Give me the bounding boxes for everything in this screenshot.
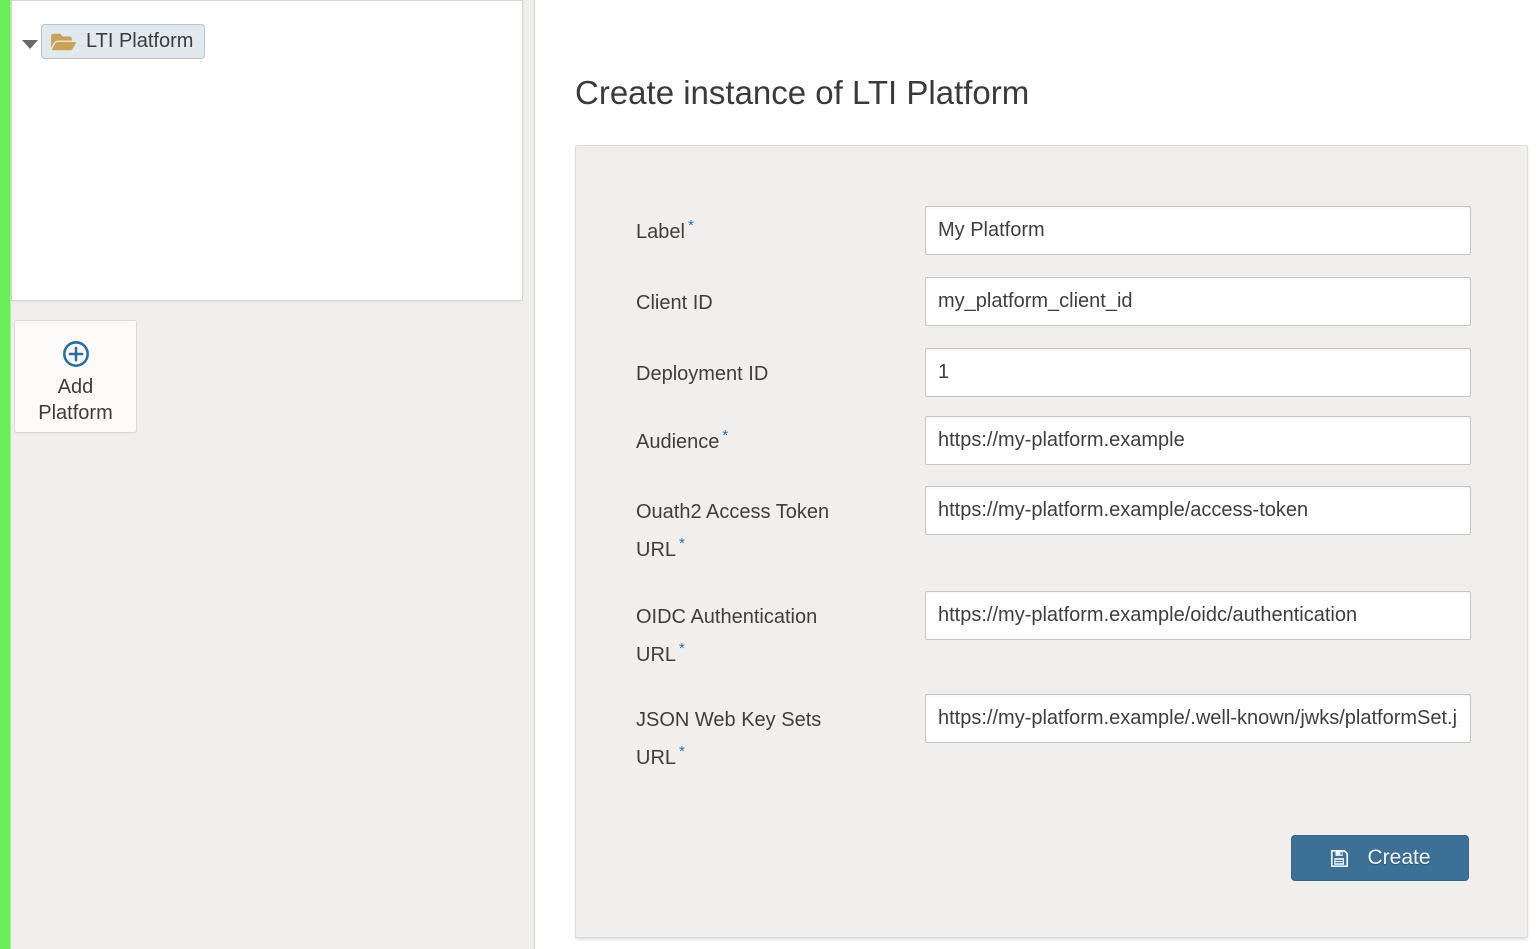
required-asterisk: *	[722, 427, 728, 444]
field-label: Label*	[636, 213, 856, 251]
platform-tree-panel: LTI Platform	[11, 0, 523, 301]
caret-down-icon[interactable]	[22, 40, 38, 49]
required-asterisk: *	[679, 535, 685, 552]
sidebar: LTI Platform Add Platform	[11, 0, 535, 949]
field-label: JSON Web Key Sets URL*	[636, 701, 856, 777]
add-platform-label: Add Platform	[38, 374, 112, 426]
plus-circle-icon	[62, 321, 90, 368]
tree-node-lti-platform[interactable]: LTI Platform	[41, 24, 205, 59]
field-label: Ouath2 Access Token URL*	[636, 493, 856, 569]
main-content: Create instance of LTI Platform Label* C…	[535, 0, 1536, 949]
save-floppy-icon	[1329, 848, 1350, 869]
field-label: Deployment ID	[636, 355, 856, 393]
client-id-input[interactable]	[925, 277, 1471, 326]
required-asterisk: *	[679, 640, 685, 657]
oauth2-access-token-url-input[interactable]	[925, 486, 1471, 535]
audience-input[interactable]	[925, 416, 1471, 465]
tree-node-label: LTI Platform	[86, 30, 193, 53]
required-asterisk: *	[679, 743, 685, 760]
oidc-authentication-url-input[interactable]	[925, 591, 1471, 640]
label-input[interactable]	[925, 206, 1471, 255]
jwks-url-input[interactable]	[925, 694, 1471, 743]
accent-bar	[0, 0, 11, 949]
app-window: LTI Platform Add Platform Create instanc…	[0, 0, 1536, 949]
create-button[interactable]: Create	[1291, 835, 1469, 881]
field-label: Audience*	[636, 423, 856, 461]
folder-open-icon	[50, 31, 77, 53]
required-asterisk: *	[688, 217, 694, 234]
add-platform-button[interactable]: Add Platform	[14, 320, 137, 433]
page-title: Create instance of LTI Platform	[575, 74, 1029, 112]
field-label: OIDC Authentication URL*	[636, 598, 856, 674]
field-label: Client ID	[636, 284, 856, 322]
create-platform-form: Label* Client ID Deployment ID Audience*…	[575, 145, 1528, 938]
create-button-label: Create	[1367, 846, 1430, 870]
deployment-id-input[interactable]	[925, 348, 1471, 397]
